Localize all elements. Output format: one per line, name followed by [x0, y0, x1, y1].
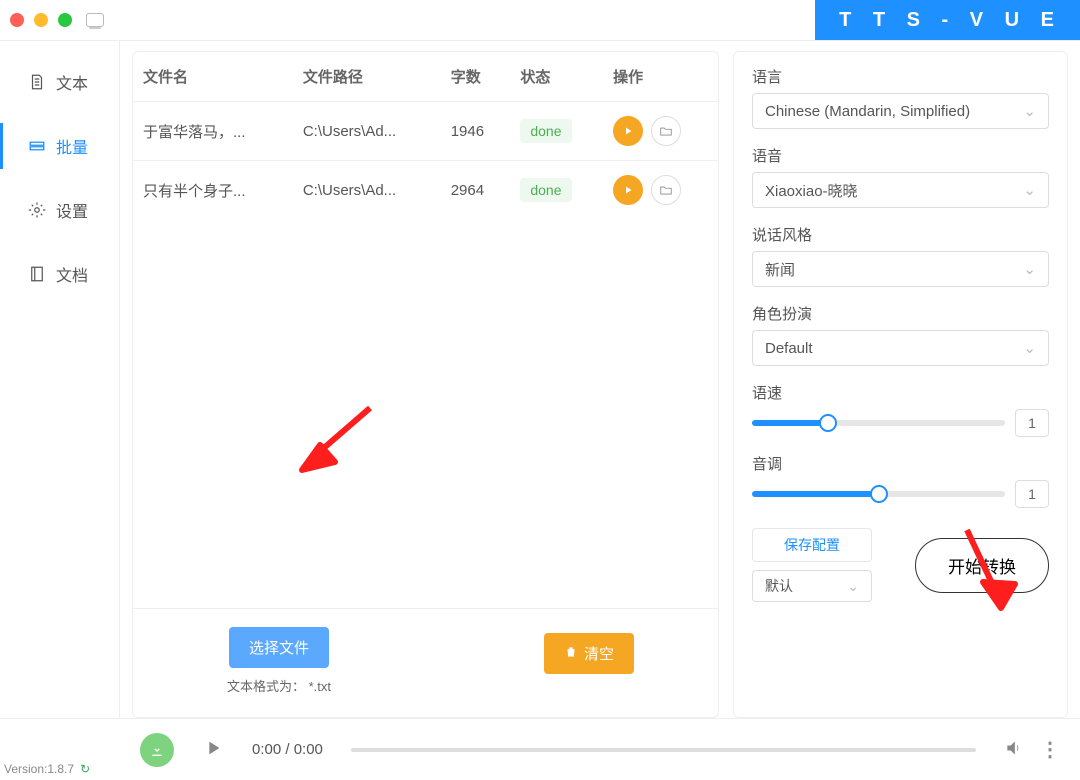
pitch-slider[interactable]: [752, 484, 1005, 504]
style-label: 说话风格: [752, 224, 1049, 245]
chevron-down-icon: ⌄: [847, 578, 859, 595]
style-select[interactable]: 新闻 ⌄: [752, 251, 1049, 287]
sidebar-item-text[interactable]: 文本: [0, 53, 119, 111]
fullscreen-window-button[interactable]: [58, 13, 72, 27]
col-count-header: 字数: [441, 52, 511, 102]
cell-path: C:\Users\Ad...: [293, 102, 441, 161]
col-ops-header: 操作: [603, 52, 718, 102]
chevron-down-icon: ⌄: [1023, 339, 1036, 357]
window-icon: [86, 13, 104, 27]
cell-status: done: [510, 102, 603, 161]
language-select[interactable]: Chinese (Mandarin, Simplified) ⌄: [752, 93, 1049, 129]
sidebar-item-label: 批量: [56, 134, 88, 158]
cell-name: 只有半个身子...: [133, 161, 293, 220]
pitch-value: 1: [1015, 480, 1049, 508]
speed-slider[interactable]: [752, 413, 1005, 433]
app-brand: T T S - V U E: [815, 0, 1080, 40]
settings-panel: 语言 Chinese (Mandarin, Simplified) ⌄ 语音 X…: [733, 51, 1068, 718]
cell-count: 2964: [441, 161, 511, 220]
cell-ops: [603, 102, 718, 161]
batch-icon: [28, 137, 46, 155]
sidebar: 文本 批量 设置 文档: [0, 41, 120, 718]
chevron-down-icon: ⌄: [1023, 102, 1036, 120]
file-format-hint: 文本格式为： *.txt: [227, 676, 331, 695]
col-path-header: 文件路径: [293, 52, 441, 102]
document-icon: [28, 73, 46, 91]
sidebar-item-label: 文本: [56, 70, 88, 94]
cell-status: done: [510, 161, 603, 220]
role-select[interactable]: Default ⌄: [752, 330, 1049, 366]
gear-icon: [28, 201, 46, 219]
audio-time: 0:00 / 0:00: [252, 741, 323, 758]
clear-button-label: 清空: [584, 643, 614, 664]
chevron-down-icon: ⌄: [1023, 260, 1036, 278]
annotation-arrow-icon: [290, 400, 380, 480]
play-button[interactable]: [613, 175, 643, 205]
download-button[interactable]: [140, 733, 174, 767]
table-row: 只有半个身子... C:\Users\Ad... 2964 done: [133, 161, 718, 220]
open-folder-button[interactable]: [651, 175, 681, 205]
start-convert-button[interactable]: 开始转换: [915, 538, 1049, 593]
col-status-header: 状态: [510, 52, 603, 102]
minimize-window-button[interactable]: [34, 13, 48, 27]
save-config-button[interactable]: 保存配置: [752, 528, 872, 562]
audio-play-button[interactable]: [202, 737, 224, 762]
audio-menu-button[interactable]: ⋮: [1040, 737, 1060, 762]
pitch-label: 音调: [752, 453, 1049, 474]
config-select[interactable]: 默认 ⌄: [752, 570, 872, 602]
style-select-value: 新闻: [765, 259, 795, 280]
sidebar-item-settings[interactable]: 设置: [0, 181, 119, 239]
sidebar-item-label: 设置: [56, 198, 88, 222]
refresh-icon[interactable]: ↻: [80, 762, 90, 776]
main-area: 文件名 文件路径 字数 状态 操作 于富华落马，... C:\Users\Ad.…: [120, 41, 1080, 718]
book-icon: [28, 265, 46, 283]
cell-ops: [603, 161, 718, 220]
cell-name: 于富华落马，...: [133, 102, 293, 161]
audio-seek-bar[interactable]: [351, 748, 976, 752]
sidebar-item-label: 文档: [56, 262, 88, 286]
role-select-value: Default: [765, 340, 813, 357]
role-label: 角色扮演: [752, 303, 1049, 324]
chevron-down-icon: ⌄: [1023, 181, 1036, 199]
choose-file-button[interactable]: 选择文件: [229, 627, 329, 668]
table-row: 于富华落马，... C:\Users\Ad... 1946 done: [133, 102, 718, 161]
sidebar-item-batch[interactable]: 批量: [0, 117, 119, 175]
trash-icon: [564, 645, 578, 663]
col-name-header: 文件名: [133, 52, 293, 102]
voice-select-value: Xiaoxiao-晓晓: [765, 180, 858, 201]
status-badge: done: [520, 178, 571, 202]
speed-value: 1: [1015, 409, 1049, 437]
file-action-bar: 选择文件 文本格式为： *.txt 清空: [133, 608, 718, 717]
cell-count: 1946: [441, 102, 511, 161]
clear-button[interactable]: 清空: [544, 633, 634, 674]
titlebar: T T S - V U E: [0, 0, 1080, 40]
close-window-button[interactable]: [10, 13, 24, 27]
config-select-value: 默认: [765, 576, 793, 596]
file-list-panel: 文件名 文件路径 字数 状态 操作 于富华落马，... C:\Users\Ad.…: [132, 51, 719, 718]
audio-bar: 0:00 / 0:00 ⋮: [0, 718, 1080, 780]
voice-select[interactable]: Xiaoxiao-晓晓 ⌄: [752, 172, 1049, 208]
language-select-value: Chinese (Mandarin, Simplified): [765, 103, 970, 120]
cell-path: C:\Users\Ad...: [293, 161, 441, 220]
window-traffic-lights: [10, 13, 72, 27]
speed-label: 语速: [752, 382, 1049, 403]
status-badge: done: [520, 119, 571, 143]
file-table: 文件名 文件路径 字数 状态 操作 于富华落马，... C:\Users\Ad.…: [133, 52, 718, 219]
volume-icon[interactable]: [1004, 738, 1024, 761]
sidebar-item-docs[interactable]: 文档: [0, 245, 119, 303]
footer: Version:1.8.7 ↻: [4, 762, 90, 776]
open-folder-button[interactable]: [651, 116, 681, 146]
version-text: Version:1.8.7: [4, 762, 74, 776]
voice-label: 语音: [752, 145, 1049, 166]
language-label: 语言: [752, 66, 1049, 87]
play-button[interactable]: [613, 116, 643, 146]
